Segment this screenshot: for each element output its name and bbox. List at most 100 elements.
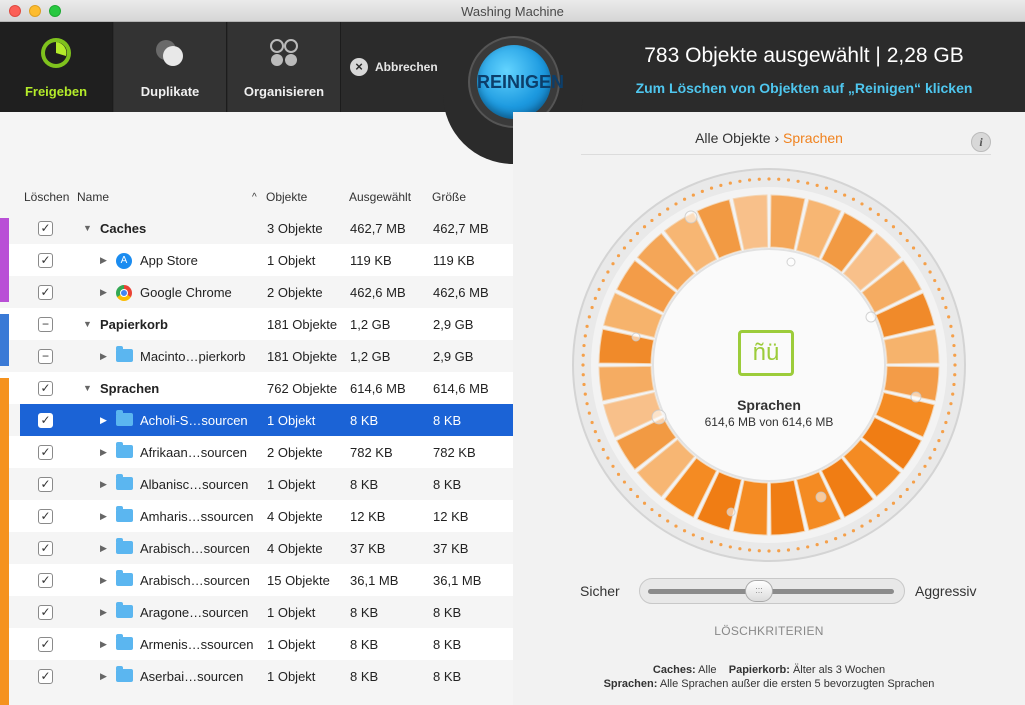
dial-dot [949, 324, 953, 328]
disclosure-collapsed-icon[interactable]: ▶ [100, 671, 107, 682]
delete-checkbox[interactable]: ✓ [38, 221, 53, 236]
app-store-icon: A [116, 253, 132, 269]
dial-dot [796, 547, 800, 551]
water-bubble [631, 332, 641, 342]
dial-dot [767, 549, 771, 553]
table-row[interactable]: ✓ ▶ Arabisch…sourcen 4 Objekte 37 KB 37 KB [0, 532, 513, 564]
breadcrumb-divider [581, 154, 991, 155]
delete-checkbox[interactable]: ✓ [38, 669, 53, 684]
organisieren-tab[interactable]: Organisieren [228, 22, 341, 112]
group-row[interactable]: ✓ ▼ Caches 3 Objekte 462,7 MB 462,7 MB [0, 212, 513, 244]
criteria-papierkorb-key: Papierkorb: [728, 664, 790, 676]
table-row[interactable]: ✓ ▶ Arabisch…sourcen 15 Objekte 36,1 MB 36,1 … [0, 564, 513, 596]
disclosure-expanded-icon[interactable]: ▼ [83, 319, 92, 329]
delete-checkbox[interactable]: ✓ [38, 509, 53, 524]
disclosure-collapsed-icon[interactable]: ▶ [100, 575, 107, 586]
disclosure-collapsed-icon[interactable]: ▶ [100, 287, 107, 298]
row-selected: 462,6 MB [350, 285, 406, 300]
water-bubble [815, 491, 827, 503]
group-row[interactable]: − ▼ Papierkorb 181 Objekte 1,2 GB 2,9 GB [0, 308, 513, 340]
dial-dot [898, 231, 903, 236]
dial-dot [786, 178, 791, 182]
disclosure-collapsed-icon[interactable]: ▶ [100, 415, 107, 426]
row-size: 462,6 MB [433, 285, 489, 300]
disclosure-collapsed-icon[interactable]: ▶ [100, 511, 107, 522]
delete-checkbox[interactable]: ✓ [38, 381, 53, 396]
reinigen-label: REINIGEN [477, 72, 565, 92]
column-header-size[interactable]: Größe [432, 190, 466, 204]
delete-checkbox[interactable]: ✓ [38, 285, 53, 300]
dial-dot [590, 305, 594, 310]
delete-checkbox[interactable]: ✓ [38, 445, 53, 460]
table-row[interactable]: − ▶ Macinto…pierkorb 181 Objekte 1,2 GB 2,9 G… [0, 340, 513, 372]
row-name: Acholi-S…sourcen [140, 413, 248, 428]
delete-checkbox[interactable]: ✓ [38, 573, 53, 588]
disclosure-collapsed-icon[interactable]: ▶ [100, 607, 107, 618]
dial-dot [691, 193, 695, 197]
caches-color-strip [0, 218, 9, 302]
disclosure-collapsed-icon[interactable]: ▶ [100, 447, 107, 458]
info-button[interactable]: i [971, 132, 991, 152]
dial-dot [851, 197, 856, 201]
dial-dot [583, 392, 587, 396]
column-header-objects[interactable]: Objekte [266, 190, 307, 204]
table-row[interactable]: ✓ ▶ Afrikaan…sourcen 2 Objekte 782 KB 782 KB [0, 436, 513, 468]
dial-dot [622, 246, 627, 250]
delete-checkbox[interactable]: − [38, 317, 53, 332]
delete-checkbox[interactable]: ✓ [38, 605, 53, 620]
abbrechen-button[interactable]: × Abbrechen [350, 58, 438, 76]
delete-checkbox[interactable]: ✓ [38, 253, 53, 268]
dial-dot [582, 382, 586, 387]
row-objects: 2 Objekte [267, 285, 323, 300]
disclosure-collapsed-icon[interactable]: ▶ [100, 479, 107, 490]
column-header-selected[interactable]: Ausgewählt [349, 190, 411, 204]
dial-dot [947, 315, 951, 319]
slider-thumb[interactable]: ::: [745, 580, 773, 602]
freigeben-label: Freigeben [24, 84, 88, 99]
delete-checkbox[interactable]: ✓ [38, 541, 53, 556]
row-name: Aserbai…sourcen [140, 669, 244, 684]
group-row[interactable]: ✓ ▼ Sprachen 762 Objekte 614,6 MB 614,6 MB [0, 372, 513, 404]
column-header-delete[interactable]: Löschen [24, 190, 69, 204]
row-objects: 1 Objekt [267, 669, 316, 684]
deletion-criteria-slider[interactable]: ::: [639, 578, 905, 604]
row-objects: 1 Objekt [267, 253, 316, 268]
table-row[interactable]: ✓ ▶ Amharis…ssourcen 4 Objekte 12 KB 12 KB [0, 500, 513, 532]
breadcrumb-all-objects[interactable]: Alle Objekte [695, 130, 770, 146]
delete-checkbox[interactable]: − [38, 349, 53, 364]
reinigen-button[interactable]: REINIGEN [477, 45, 565, 119]
table-row[interactable]: ✓ ▶ A App Store 1 Objekt 119 KB 119 KB [0, 244, 513, 276]
delete-checkbox[interactable]: ✓ [38, 637, 53, 652]
table-row[interactable]: ✓ ▶ Google Chrome 2 Objekte 462,6 MB 462,6 MB [0, 276, 513, 308]
row-objects: 4 Objekte [267, 541, 323, 556]
disclosure-collapsed-icon[interactable]: ▶ [100, 543, 107, 554]
dial-dot [757, 549, 761, 553]
disclosure-collapsed-icon[interactable]: ▶ [100, 351, 107, 362]
dial-dot [767, 177, 771, 181]
disclosure-expanded-icon[interactable]: ▼ [83, 383, 92, 393]
table-row[interactable]: ✓ ▶ Aserbai…sourcen 1 Objekt 8 KB 8 KB [0, 660, 513, 692]
dial-dot [666, 519, 670, 523]
dial-dot [593, 430, 597, 434]
disclosure-collapsed-icon[interactable]: ▶ [100, 639, 107, 650]
table-row[interactable]: ✓ ▶ Armenis…ssourcen 1 Objekt 8 KB 8 KB [0, 628, 513, 660]
dial-dot [658, 513, 662, 518]
row-size: 12 KB [433, 509, 469, 524]
table-row[interactable]: ✓ ▶ Albanisc…sourcen 1 Objekt 8 KB 8 KB [0, 468, 513, 500]
disclosure-collapsed-icon[interactable]: ▶ [100, 255, 107, 266]
criteria-sprachen-value: Alle Sprachen außer die ersten 5 bevorzu… [659, 678, 935, 690]
table-row[interactable]: ✓ ▶ Acholi-S…sourcen 1 Objekt 8 KB 8 KB [20, 404, 513, 436]
row-selected: 119 KB [350, 253, 392, 268]
sprachen-color-strip [0, 378, 9, 705]
duplikate-tab[interactable]: Duplikate [114, 22, 227, 112]
delete-checkbox[interactable]: ✓ [38, 413, 53, 428]
dial-dot [868, 519, 872, 523]
freigeben-tab[interactable]: Freigeben [0, 22, 113, 112]
table-row[interactable]: ✓ ▶ Aragone…sourcen 1 Objekt 8 KB 8 KB [0, 596, 513, 628]
column-header-name[interactable]: Name [77, 190, 109, 204]
dial-dot [843, 193, 847, 197]
delete-checkbox[interactable]: ✓ [38, 477, 53, 492]
dial-dot [606, 456, 610, 460]
dial-dot [597, 287, 601, 291]
disclosure-expanded-icon[interactable]: ▼ [83, 223, 92, 233]
